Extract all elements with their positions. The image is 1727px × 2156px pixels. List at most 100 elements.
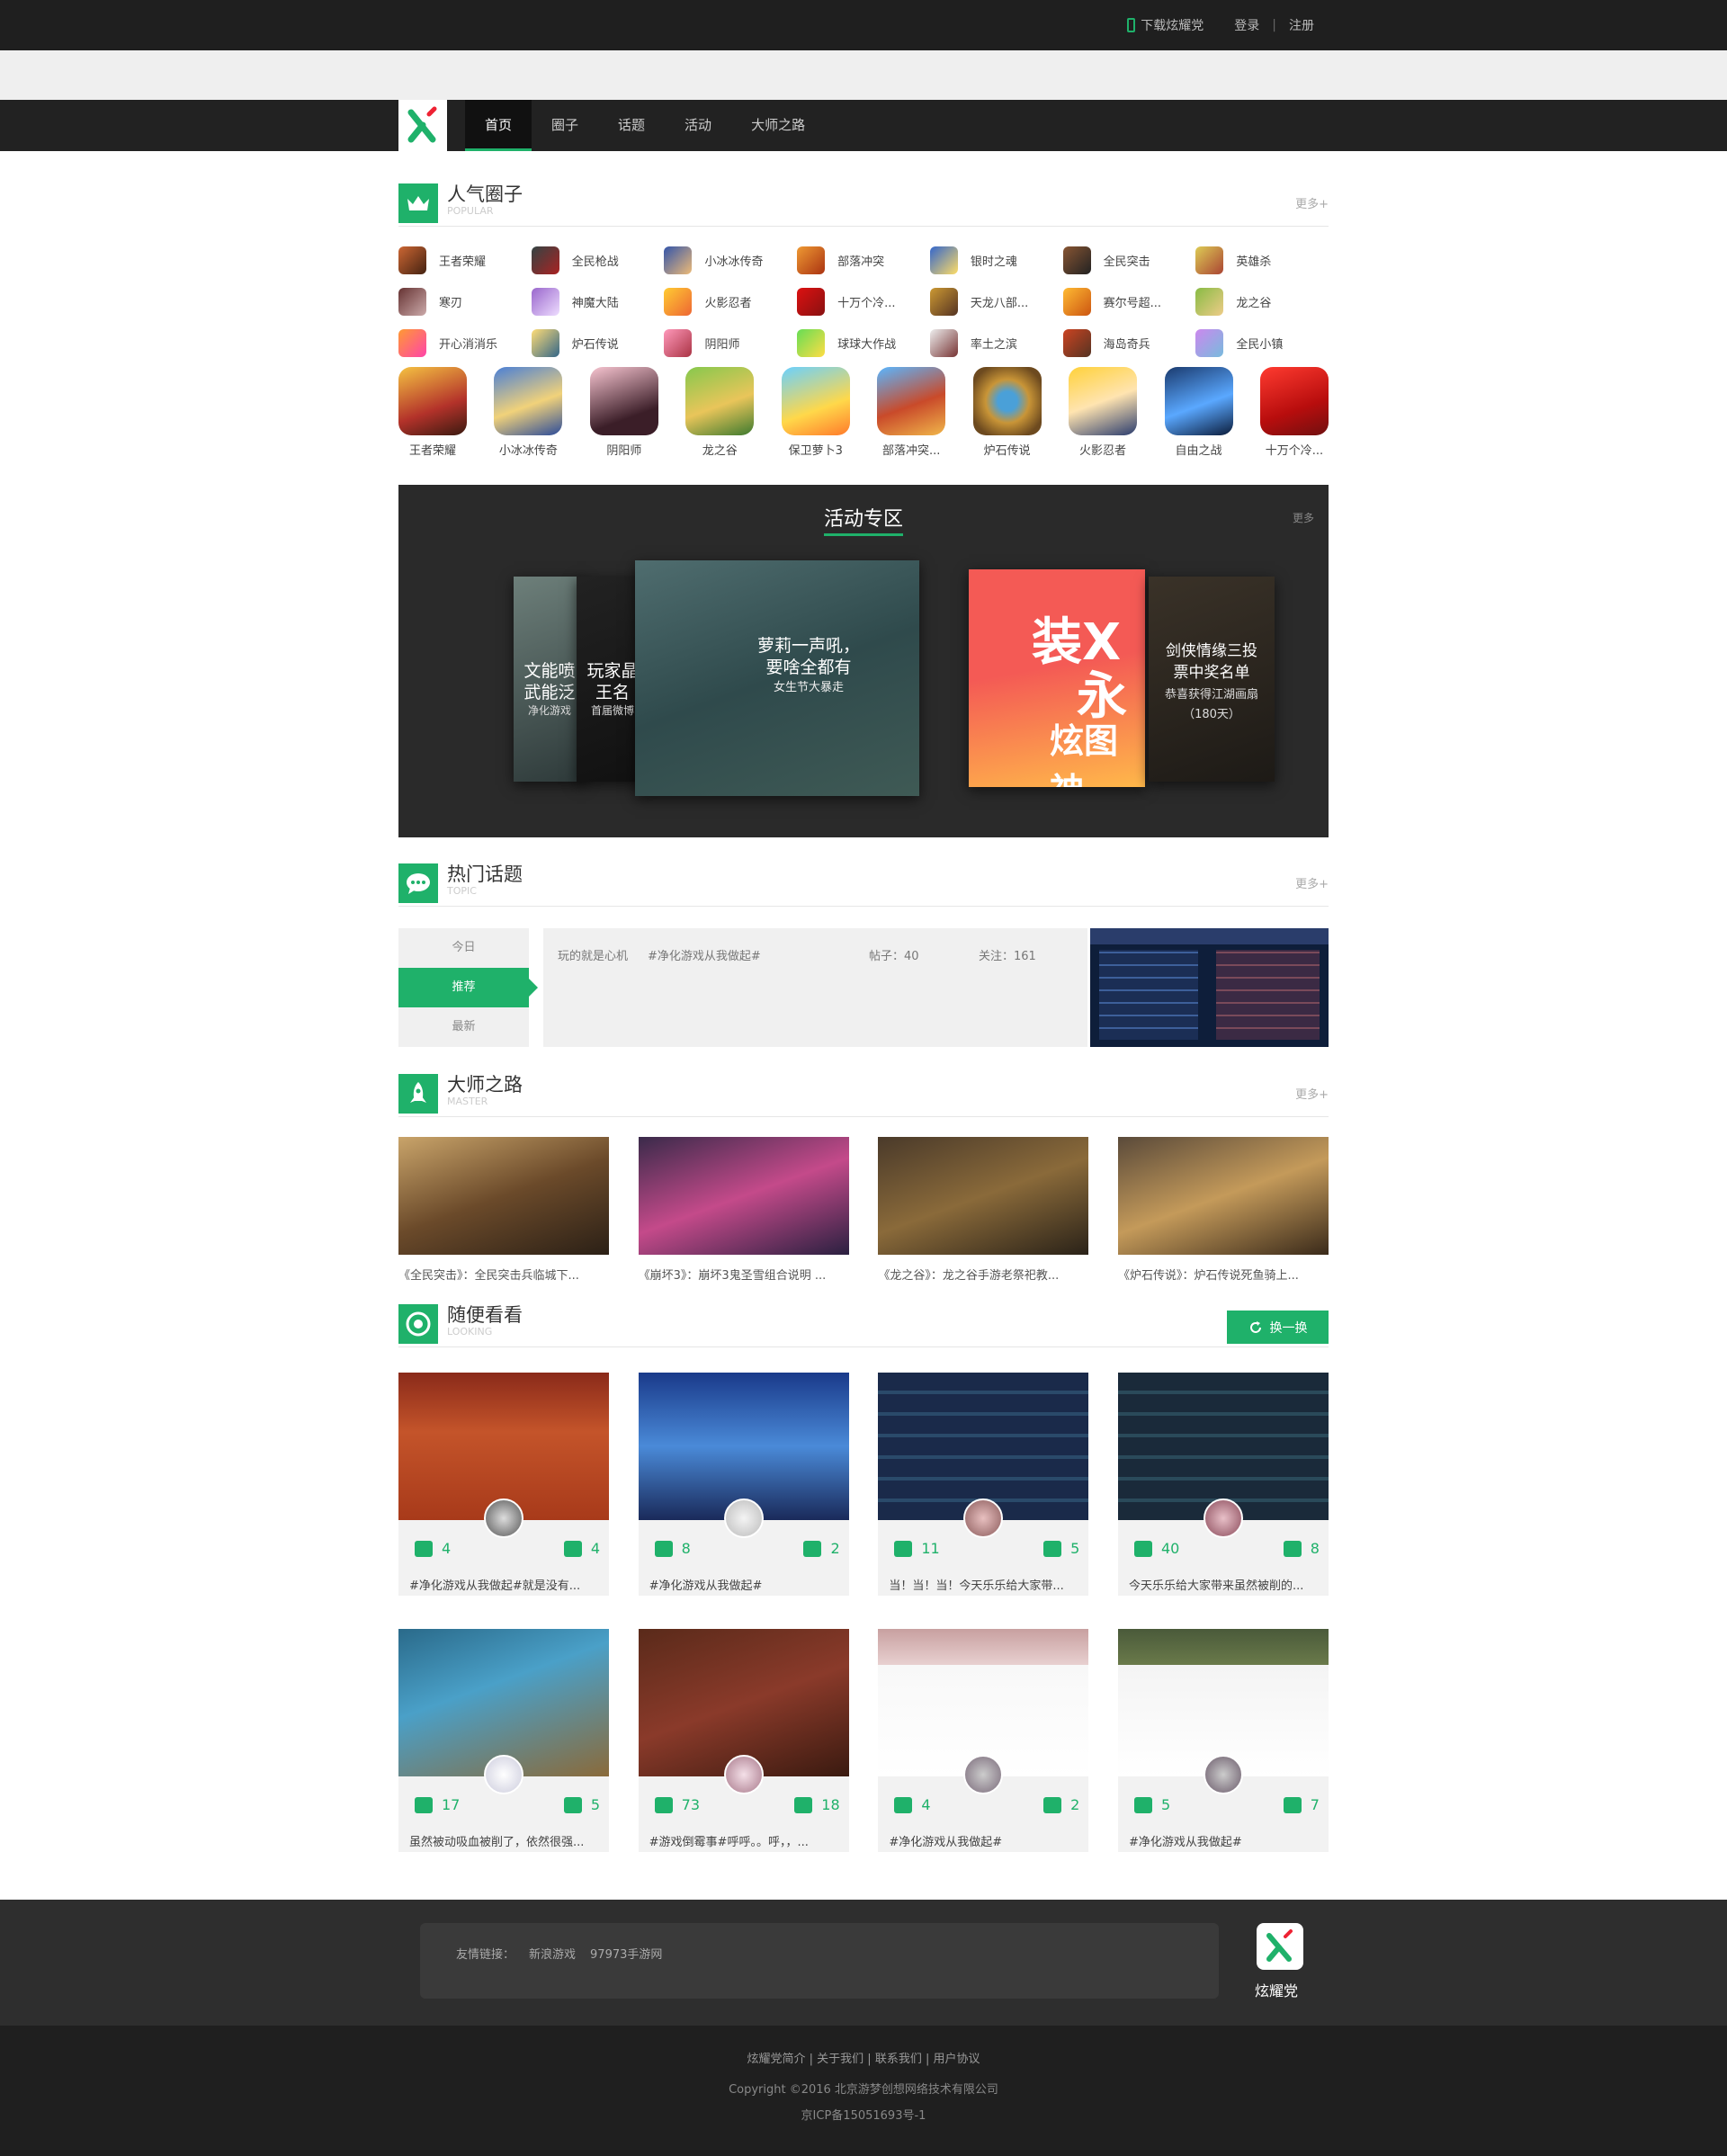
app-item[interactable]: 自由之战 bbox=[1164, 367, 1233, 458]
like-button[interactable]: 40 bbox=[1133, 1540, 1179, 1557]
circle-item[interactable]: 海岛奇兵 bbox=[1062, 328, 1196, 357]
dislike-button[interactable]: 2 bbox=[1043, 1796, 1079, 1813]
like-button[interactable]: 17 bbox=[415, 1796, 460, 1813]
friend-link[interactable]: 新浪游戏 bbox=[529, 1945, 576, 1962]
master-card[interactable]: 《炉石传说》：炉石传说死鱼骑上... bbox=[1117, 1137, 1329, 1283]
circle-item[interactable]: 全民突击 bbox=[1062, 246, 1196, 274]
app-item[interactable]: 阴阳师 bbox=[589, 367, 658, 458]
avatar[interactable] bbox=[723, 1498, 764, 1538]
app-item[interactable]: 王者荣耀 bbox=[398, 367, 467, 458]
circle-item[interactable]: 火影忍者 bbox=[664, 287, 797, 316]
register-link[interactable]: 注册 bbox=[1289, 16, 1314, 34]
post-card[interactable]: 73 18 #游戏倒霉事#呼呼。。呼，，... bbox=[638, 1629, 849, 1852]
more-link[interactable]: 更多 bbox=[1293, 510, 1314, 525]
section-title: 随便看看 bbox=[447, 1304, 523, 1326]
dislike-button[interactable]: 18 bbox=[794, 1796, 840, 1813]
like-button[interactable]: 4 bbox=[415, 1540, 451, 1557]
circle-item[interactable]: 球球大作战 bbox=[797, 328, 930, 357]
circle-item[interactable]: 神魔大陆 bbox=[531, 287, 665, 316]
more-link[interactable]: 更多+ bbox=[1295, 194, 1329, 211]
dislike-button[interactable]: 4 bbox=[563, 1540, 600, 1557]
dislike-button[interactable]: 7 bbox=[1283, 1796, 1320, 1813]
app-item[interactable]: 保卫萝卜3 bbox=[781, 367, 850, 458]
topic-item[interactable]: 玩的就是心机 #净化游戏从我做起# 帖子：40 关注：161 bbox=[543, 928, 1087, 1047]
friend-link[interactable]: 97973手游网 bbox=[590, 1945, 662, 1962]
post-card[interactable]: 4 2 #净化游戏从我做起# bbox=[878, 1629, 1089, 1852]
dislike-button[interactable]: 5 bbox=[563, 1796, 600, 1813]
post-card[interactable]: 8 2 #净化游戏从我做起# bbox=[638, 1373, 849, 1596]
topic-image[interactable] bbox=[1090, 928, 1329, 1047]
circle-item[interactable]: 部落冲突 bbox=[797, 246, 930, 274]
post-card[interactable]: 11 5 当！当！当！今天乐乐给大家带... bbox=[878, 1373, 1089, 1596]
circle-item[interactable]: 十万个冷... bbox=[797, 287, 930, 316]
nav-circles[interactable]: 圈子 bbox=[532, 100, 598, 151]
app-item[interactable]: 十万个冷... bbox=[1259, 367, 1329, 458]
footer-logo[interactable] bbox=[1257, 1923, 1303, 1970]
like-button[interactable]: 11 bbox=[894, 1540, 940, 1557]
circle-item[interactable]: 开心消消乐 bbox=[398, 328, 532, 357]
like-button[interactable]: 8 bbox=[654, 1540, 691, 1557]
app-icon bbox=[877, 367, 946, 435]
tab-recommended[interactable]: 推荐 bbox=[398, 968, 538, 1007]
nav-topics[interactable]: 话题 bbox=[598, 100, 665, 151]
dislike-button[interactable]: 2 bbox=[803, 1540, 840, 1557]
nav-master[interactable]: 大师之路 bbox=[731, 100, 825, 151]
circle-label: 阴阳师 bbox=[704, 337, 740, 352]
game-icon bbox=[929, 246, 958, 274]
activity-card[interactable]: 萝莉一声吼， 要啥全都有 女生节大暴走 bbox=[635, 560, 919, 796]
activity-card[interactable]: 剑侠情缘三投 票中奖名单 恭喜获得江湖画扇 （180天） bbox=[1149, 577, 1275, 782]
circle-item[interactable]: 率土之滨 bbox=[929, 328, 1063, 357]
more-link[interactable]: 更多+ bbox=[1295, 1085, 1329, 1102]
tab-today[interactable]: 今日 bbox=[398, 928, 529, 968]
master-card[interactable]: 《龙之谷》：龙之谷手游老祭祀教... bbox=[878, 1137, 1089, 1283]
circle-item[interactable]: 寒刃 bbox=[398, 287, 532, 316]
avatar[interactable] bbox=[1203, 1498, 1243, 1538]
app-item[interactable]: 部落冲突... bbox=[877, 367, 946, 458]
like-button[interactable]: 73 bbox=[654, 1796, 700, 1813]
like-button[interactable]: 5 bbox=[1133, 1796, 1170, 1813]
dislike-button[interactable]: 8 bbox=[1283, 1540, 1320, 1557]
avatar[interactable] bbox=[484, 1755, 523, 1794]
activity-card[interactable]: 文能喷 武能泛 净化游戏 bbox=[514, 577, 586, 782]
app-item[interactable]: 炉石传说 bbox=[972, 367, 1042, 458]
avatar[interactable] bbox=[963, 1755, 1004, 1794]
dislike-button[interactable]: 5 bbox=[1043, 1540, 1079, 1557]
master-card[interactable]: 《全民突击》：全民突击兵临城下... bbox=[398, 1137, 609, 1283]
activity-card[interactable]: 装X 永 炫图神 bbox=[969, 569, 1145, 787]
post-card[interactable]: 5 7 #净化游戏从我做起# bbox=[1117, 1629, 1329, 1852]
circle-item[interactable]: 全民小镇 bbox=[1195, 328, 1329, 357]
master-card[interactable]: 《崩坏3》：崩坏3鬼圣雪组合说明 ... bbox=[638, 1137, 849, 1283]
refresh-button[interactable]: 换一换 bbox=[1227, 1311, 1329, 1344]
avatar[interactable] bbox=[963, 1498, 1004, 1538]
tab-latest[interactable]: 最新 bbox=[398, 1007, 529, 1047]
post-card[interactable]: 40 8 今天乐乐给大家带来虽然被削的... bbox=[1117, 1373, 1329, 1596]
like-button[interactable]: 4 bbox=[894, 1796, 931, 1813]
circle-item[interactable]: 赛尔号超... bbox=[1062, 287, 1196, 316]
site-logo[interactable] bbox=[398, 100, 447, 151]
circle-item[interactable]: 银时之魂 bbox=[929, 246, 1063, 274]
post-card[interactable]: 4 4 #净化游戏从我做起#就是没有... bbox=[398, 1373, 609, 1596]
nav-home[interactable]: 首页 bbox=[465, 100, 532, 151]
circle-item[interactable]: 小冰冰传奇 bbox=[664, 246, 797, 274]
circle-item[interactable]: 天龙八部... bbox=[929, 287, 1063, 316]
app-item[interactable]: 龙之谷 bbox=[685, 367, 755, 458]
avatar[interactable] bbox=[484, 1498, 523, 1538]
topic-tag[interactable]: #净化游戏从我做起# bbox=[648, 946, 761, 963]
circle-item[interactable]: 炉石传说 bbox=[531, 328, 665, 357]
circle-item[interactable]: 王者荣耀 bbox=[398, 246, 532, 274]
circle-item[interactable]: 全民枪战 bbox=[531, 246, 665, 274]
app-item[interactable]: 小冰冰传奇 bbox=[494, 367, 563, 458]
nav-activities[interactable]: 活动 bbox=[665, 100, 731, 151]
footer-links[interactable]: 炫耀党简介 | 关于我们 | 联系我们 | 用户协议 bbox=[0, 2049, 1727, 2066]
avatar[interactable] bbox=[1203, 1755, 1243, 1794]
avatar[interactable] bbox=[723, 1755, 764, 1794]
circle-item[interactable]: 龙之谷 bbox=[1195, 287, 1329, 316]
more-link[interactable]: 更多+ bbox=[1295, 874, 1329, 891]
circle-item[interactable]: 阴阳师 bbox=[664, 328, 797, 357]
circle-item[interactable]: 英雄杀 bbox=[1195, 246, 1329, 274]
post-card[interactable]: 17 5 虽然被动吸血被削了，依然很强... bbox=[398, 1629, 609, 1852]
looking-header: 随便看看 LOOKING bbox=[398, 1297, 1329, 1347]
login-link[interactable]: 登录 bbox=[1234, 16, 1259, 34]
download-link[interactable]: 下载炫耀党 bbox=[1127, 16, 1204, 34]
app-item[interactable]: 火影忍者 bbox=[1069, 367, 1138, 458]
